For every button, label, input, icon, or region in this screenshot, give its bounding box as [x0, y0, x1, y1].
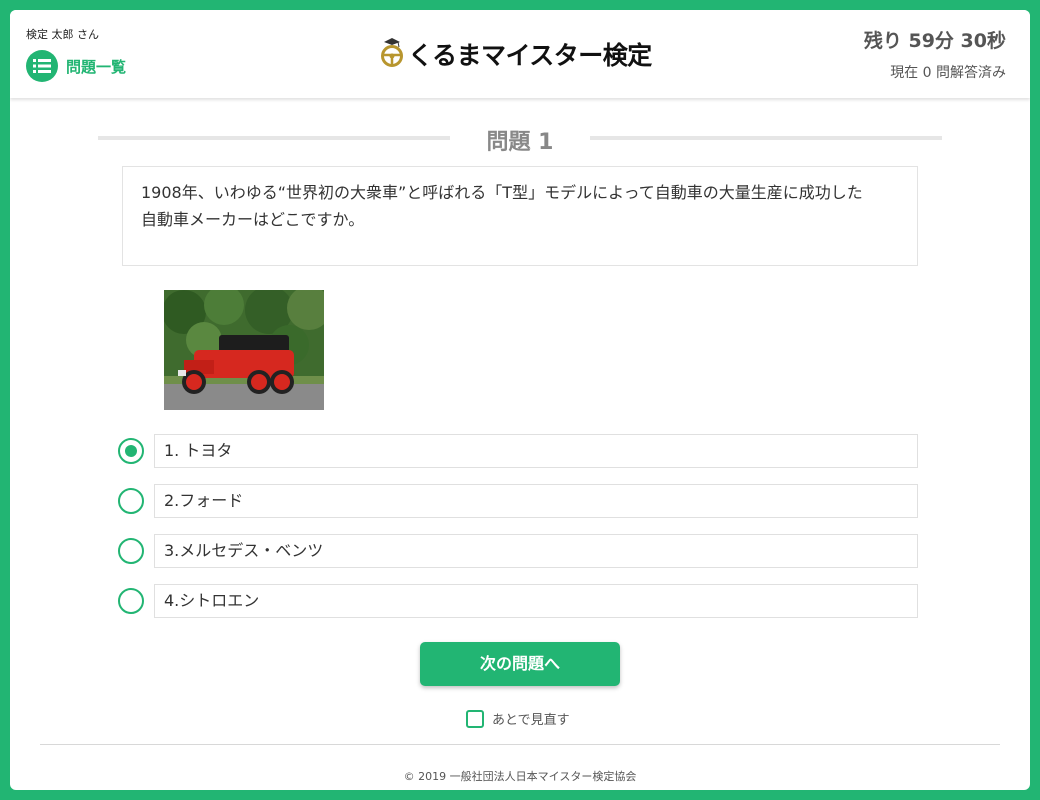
review-later-label: あとで見直す	[492, 713, 570, 728]
title-divider-right	[590, 136, 942, 140]
option-4[interactable]: 4.シトロエン	[118, 584, 918, 620]
question-text-line1: 1908年、いわゆる“世界初の大衆車”と呼ばれる「T型」モデルによって自動車の大…	[141, 183, 863, 202]
option-1-label[interactable]: 1. トヨタ	[154, 434, 918, 468]
option-4-label[interactable]: 4.シトロエン	[154, 584, 918, 618]
option-2-radio[interactable]	[118, 488, 144, 514]
option-3-radio[interactable]	[118, 538, 144, 564]
option-1[interactable]: 1. トヨタ	[118, 434, 918, 470]
question-list-label: 問題一覧	[66, 57, 127, 76]
question-list-button[interactable]: 問題一覧	[26, 50, 126, 82]
option-3[interactable]: 3.メルセデス・ベンツ	[118, 534, 918, 570]
footer-copyright: © 2019 一般社団法人日本マイスター検定協会	[403, 770, 637, 783]
radio-selected-dot	[125, 445, 137, 457]
option-2-label[interactable]: 2.フォード	[154, 484, 918, 518]
list-icon	[26, 50, 58, 82]
logo-text: くるまマイスター検定	[408, 41, 652, 70]
review-later-toggle[interactable]: あとで見直す	[466, 709, 570, 728]
user-name: 検定 太郎 さん	[26, 28, 99, 41]
answered-count: 現在 0 問解答済み	[890, 65, 1006, 81]
next-question-button[interactable]: 次の問題へ	[420, 642, 620, 686]
header: 検定 太郎 さん 問題一覧 くるまマイスター検定 残り 59分 30秒 現在 0…	[10, 10, 1030, 98]
option-4-radio[interactable]	[118, 588, 144, 614]
question-image	[164, 290, 324, 410]
question-title: 問題 1	[486, 130, 554, 155]
footer-divider	[40, 744, 1000, 745]
review-later-checkbox[interactable]	[466, 709, 484, 728]
timer: 残り 59分 30秒	[863, 30, 1006, 52]
title-divider-left	[98, 136, 450, 140]
option-3-label[interactable]: 3.メルセデス・ベンツ	[154, 534, 918, 568]
logo: くるまマイスター検定	[380, 36, 652, 72]
app-frame: 検定 太郎 さん 問題一覧 くるまマイスター検定 残り 59分 30秒 現在 0…	[10, 10, 1030, 790]
question-text-box: 1908年、いわゆる“世界初の大衆車”と呼ばれる「T型」モデルによって自動車の大…	[122, 166, 918, 266]
option-1-radio[interactable]	[118, 438, 144, 464]
steering-wheel-icon	[380, 37, 404, 71]
option-2[interactable]: 2.フォード	[118, 484, 918, 520]
question-text-line2: 自動車メーカーはどこですか。	[141, 210, 365, 229]
